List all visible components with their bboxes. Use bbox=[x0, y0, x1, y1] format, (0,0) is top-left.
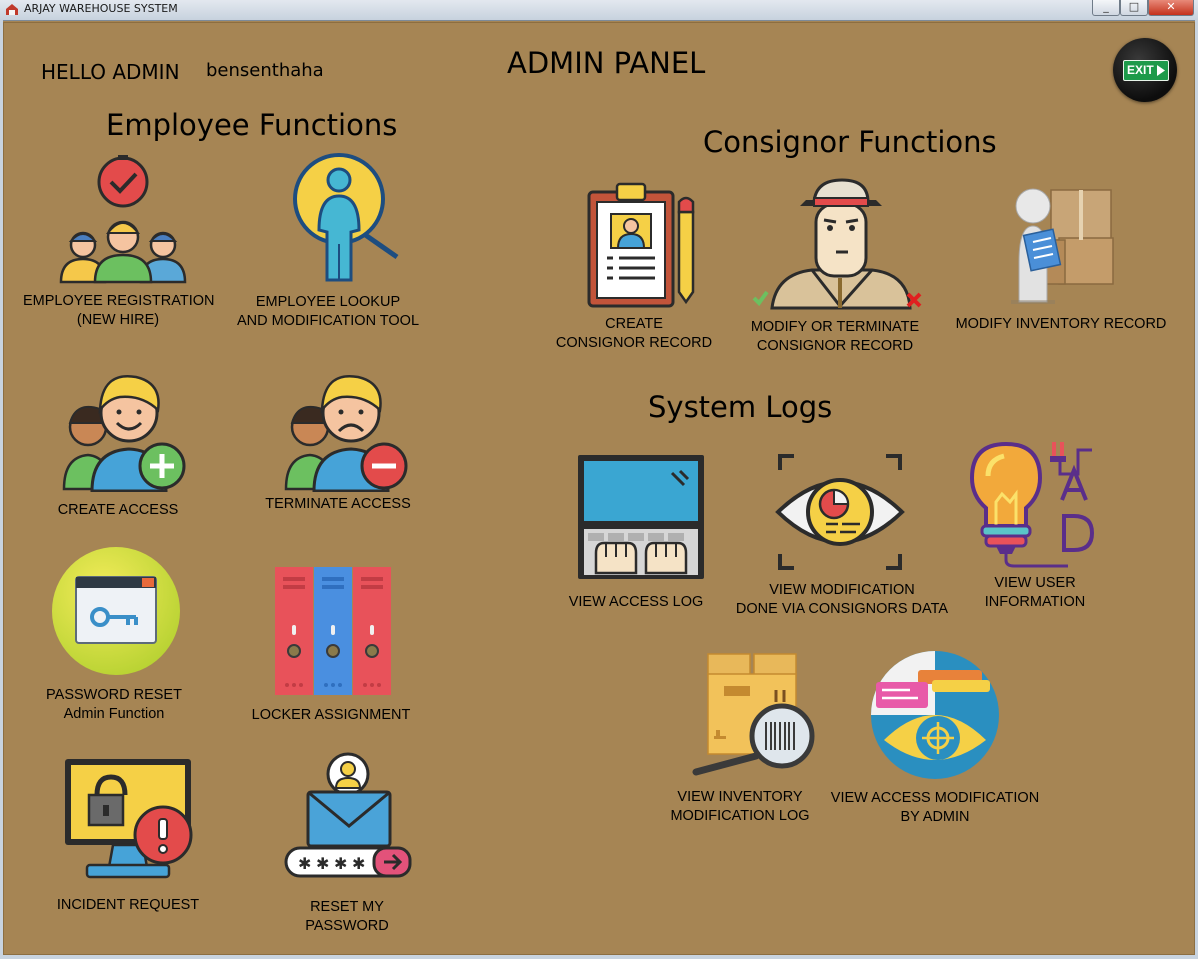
registration-team-icon[interactable] bbox=[58, 155, 188, 285]
window-border-bottom bbox=[0, 955, 1198, 959]
lockers-icon[interactable] bbox=[275, 567, 391, 695]
view-access-log-label: VIEW ACCESS LOG bbox=[568, 594, 704, 610]
laptop-typing-icon[interactable] bbox=[576, 453, 706, 581]
email-password-icon[interactable]: ✱ ✱ ✱ ✱ bbox=[284, 752, 414, 884]
barcode-box-icon[interactable] bbox=[690, 652, 818, 778]
add-user-icon[interactable] bbox=[62, 365, 187, 492]
terminate-access-label: TERMINATE ACCESS bbox=[265, 496, 411, 512]
incident-request-label: INCIDENT REQUEST bbox=[56, 897, 200, 913]
page-title: ADMIN PANEL bbox=[507, 46, 706, 80]
warehouse-icon bbox=[6, 4, 18, 15]
minimize-button[interactable]: _ bbox=[1092, 0, 1120, 16]
username-label: bensenthaha bbox=[206, 60, 324, 81]
modify-consignor-label: MODIFY OR TERMINATE CONSIGNOR RECORD bbox=[750, 319, 920, 354]
locker-assignment-label: LOCKER ASSIGNMENT bbox=[251, 707, 411, 723]
exit-button[interactable]: EXIT bbox=[1113, 38, 1177, 102]
maximize-button[interactable]: □ bbox=[1120, 0, 1148, 16]
eye-scan-icon[interactable] bbox=[774, 452, 906, 572]
reset-my-password-label: RESET MY PASSWORD bbox=[305, 899, 389, 934]
window-titlebar: ARJAY WAREHOUSE SYSTEM _ □ ✕ bbox=[0, 0, 1198, 21]
magnifier-person-icon[interactable] bbox=[292, 152, 402, 284]
employee-lookup-label: EMPLOYEE LOOKUP AND MODIFICATION TOOL bbox=[236, 294, 420, 329]
close-button[interactable]: ✕ bbox=[1148, 0, 1194, 16]
system-logs-heading: System Logs bbox=[648, 390, 833, 424]
svg-text:✱: ✱ bbox=[334, 854, 347, 873]
clipboard-profile-icon[interactable] bbox=[585, 178, 700, 310]
monitor-alert-icon[interactable] bbox=[63, 757, 197, 885]
greeting-label: HELLO ADMIN bbox=[41, 60, 180, 84]
view-modification-label: VIEW MODIFICATION DONE VIA CONSIGNORS DA… bbox=[735, 582, 949, 617]
create-access-label: CREATE ACCESS bbox=[57, 502, 179, 518]
lightbulb-ab-icon[interactable] bbox=[968, 440, 1098, 570]
consignor-man-icon[interactable] bbox=[752, 178, 928, 312]
consignor-functions-heading: Consignor Functions bbox=[703, 125, 997, 159]
password-key-icon[interactable] bbox=[52, 547, 180, 675]
modify-inventory-label: MODIFY INVENTORY RECORD bbox=[955, 316, 1167, 332]
view-inventory-log-label: VIEW INVENTORY MODIFICATION LOG bbox=[670, 789, 810, 824]
password-reset-label: PASSWORD RESET Admin Function bbox=[46, 687, 182, 722]
svg-text:✱: ✱ bbox=[352, 854, 365, 873]
employee-functions-heading: Employee Functions bbox=[106, 108, 398, 142]
create-consignor-label: CREATE CONSIGNOR RECORD bbox=[555, 316, 713, 351]
svg-text:✱: ✱ bbox=[298, 854, 311, 873]
svg-text:✱: ✱ bbox=[316, 854, 329, 873]
view-access-modification-label: VIEW ACCESS MODIFICATION BY ADMIN bbox=[830, 790, 1040, 825]
inventory-boxes-icon[interactable] bbox=[1005, 182, 1115, 304]
window-title: ARJAY WAREHOUSE SYSTEM bbox=[24, 2, 178, 15]
eye-target-icon[interactable] bbox=[870, 650, 1000, 780]
employee-registration-label: EMPLOYEE REGISTRATION (NEW HIRE) bbox=[23, 293, 215, 328]
view-user-information-label: VIEW USER INFORMATION bbox=[984, 575, 1086, 610]
exit-sign-icon: EXIT bbox=[1123, 60, 1169, 81]
remove-user-icon[interactable] bbox=[284, 365, 409, 492]
